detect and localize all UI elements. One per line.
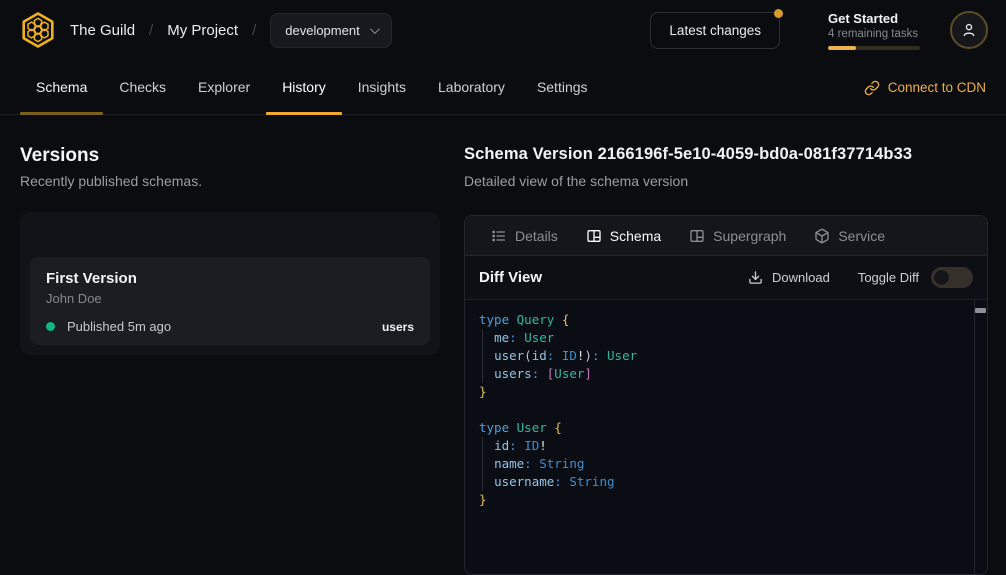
download-icon xyxy=(748,270,763,285)
target-select[interactable]: development xyxy=(270,13,391,48)
diff-view-header: Diff View Download Toggle Diff xyxy=(465,256,987,299)
tab-history[interactable]: History xyxy=(266,60,342,114)
schema-version-panel: Details Schema Supergraph Service Diff V… xyxy=(464,215,988,575)
target-select-value: development xyxy=(285,23,359,38)
schema-version-title: Schema Version 2166196f-5e10-4059-bd0a-0… xyxy=(464,145,912,164)
diff-view-title: Diff View xyxy=(479,269,542,286)
version-name: First Version xyxy=(46,270,414,287)
tab-settings[interactable]: Settings xyxy=(521,60,604,114)
tab-laboratory[interactable]: Laboratory xyxy=(422,60,521,114)
version-status: Published 5m ago xyxy=(67,319,171,334)
version-list-item[interactable]: First Version John Doe Published 5m ago … xyxy=(30,257,430,345)
link-icon xyxy=(864,80,880,96)
list-icon xyxy=(491,228,507,244)
get-started-progress xyxy=(828,46,920,50)
code-content: type Query { me: User user(id: ID!): Use… xyxy=(465,300,987,520)
indent-guide xyxy=(482,437,483,491)
schema-version-subtitle: Detailed view of the schema version xyxy=(464,173,688,189)
tab-explorer[interactable]: Explorer xyxy=(182,60,266,114)
toggle-knob xyxy=(933,269,950,286)
versions-subtitle: Recently published schemas. xyxy=(20,173,202,189)
connect-to-cdn-link[interactable]: Connect to CDN xyxy=(864,60,986,115)
chevron-down-icon xyxy=(370,24,380,34)
toggle-diff-switch[interactable] xyxy=(931,267,973,288)
cube-icon xyxy=(814,228,830,244)
tab-schema-view[interactable]: Schema xyxy=(572,216,675,255)
code-scrollbar[interactable] xyxy=(974,300,987,574)
get-started-progress-fill xyxy=(828,46,856,50)
schema-code-viewer[interactable]: type Query { me: User user(id: ID!): Use… xyxy=(465,299,987,574)
tab-service[interactable]: Service xyxy=(800,216,899,255)
detail-tabbar: Details Schema Supergraph Service xyxy=(465,216,987,256)
version-author: John Doe xyxy=(46,291,414,306)
get-started-subtitle: 4 remaining tasks xyxy=(828,28,920,40)
versions-list: First Version John Doe Published 5m ago … xyxy=(20,212,440,355)
version-service-badge: users xyxy=(382,320,414,334)
breadcrumb-project[interactable]: My Project xyxy=(167,22,238,39)
guild-logo-icon[interactable] xyxy=(18,10,58,50)
indent-guide xyxy=(482,329,483,383)
tab-details[interactable]: Details xyxy=(477,216,572,255)
notification-dot xyxy=(774,9,783,18)
tab-checks[interactable]: Checks xyxy=(103,60,182,114)
user-avatar-button[interactable] xyxy=(950,11,988,49)
download-button[interactable]: Download xyxy=(748,270,830,285)
get-started-title: Get Started xyxy=(828,11,920,26)
columns-icon xyxy=(689,228,705,244)
breadcrumb-org[interactable]: The Guild xyxy=(70,22,135,39)
toggle-diff-label: Toggle Diff xyxy=(858,270,919,285)
breadcrumb-separator: / xyxy=(252,22,256,39)
get-started-widget[interactable]: Get Started 4 remaining tasks xyxy=(828,11,920,50)
main-navbar: Schema Checks Explorer History Insights … xyxy=(0,60,1006,115)
person-icon xyxy=(960,21,978,39)
published-status-dot xyxy=(46,322,55,331)
versions-heading: Versions xyxy=(20,145,99,167)
scrollbar-thumb[interactable] xyxy=(975,308,986,313)
top-header: The Guild / My Project / development Lat… xyxy=(0,0,1006,60)
tab-supergraph[interactable]: Supergraph xyxy=(675,216,800,255)
breadcrumb-separator: / xyxy=(149,22,153,39)
tab-insights[interactable]: Insights xyxy=(342,60,422,114)
latest-changes-button[interactable]: Latest changes xyxy=(650,12,780,49)
columns-icon xyxy=(586,228,602,244)
tab-schema[interactable]: Schema xyxy=(20,60,103,114)
